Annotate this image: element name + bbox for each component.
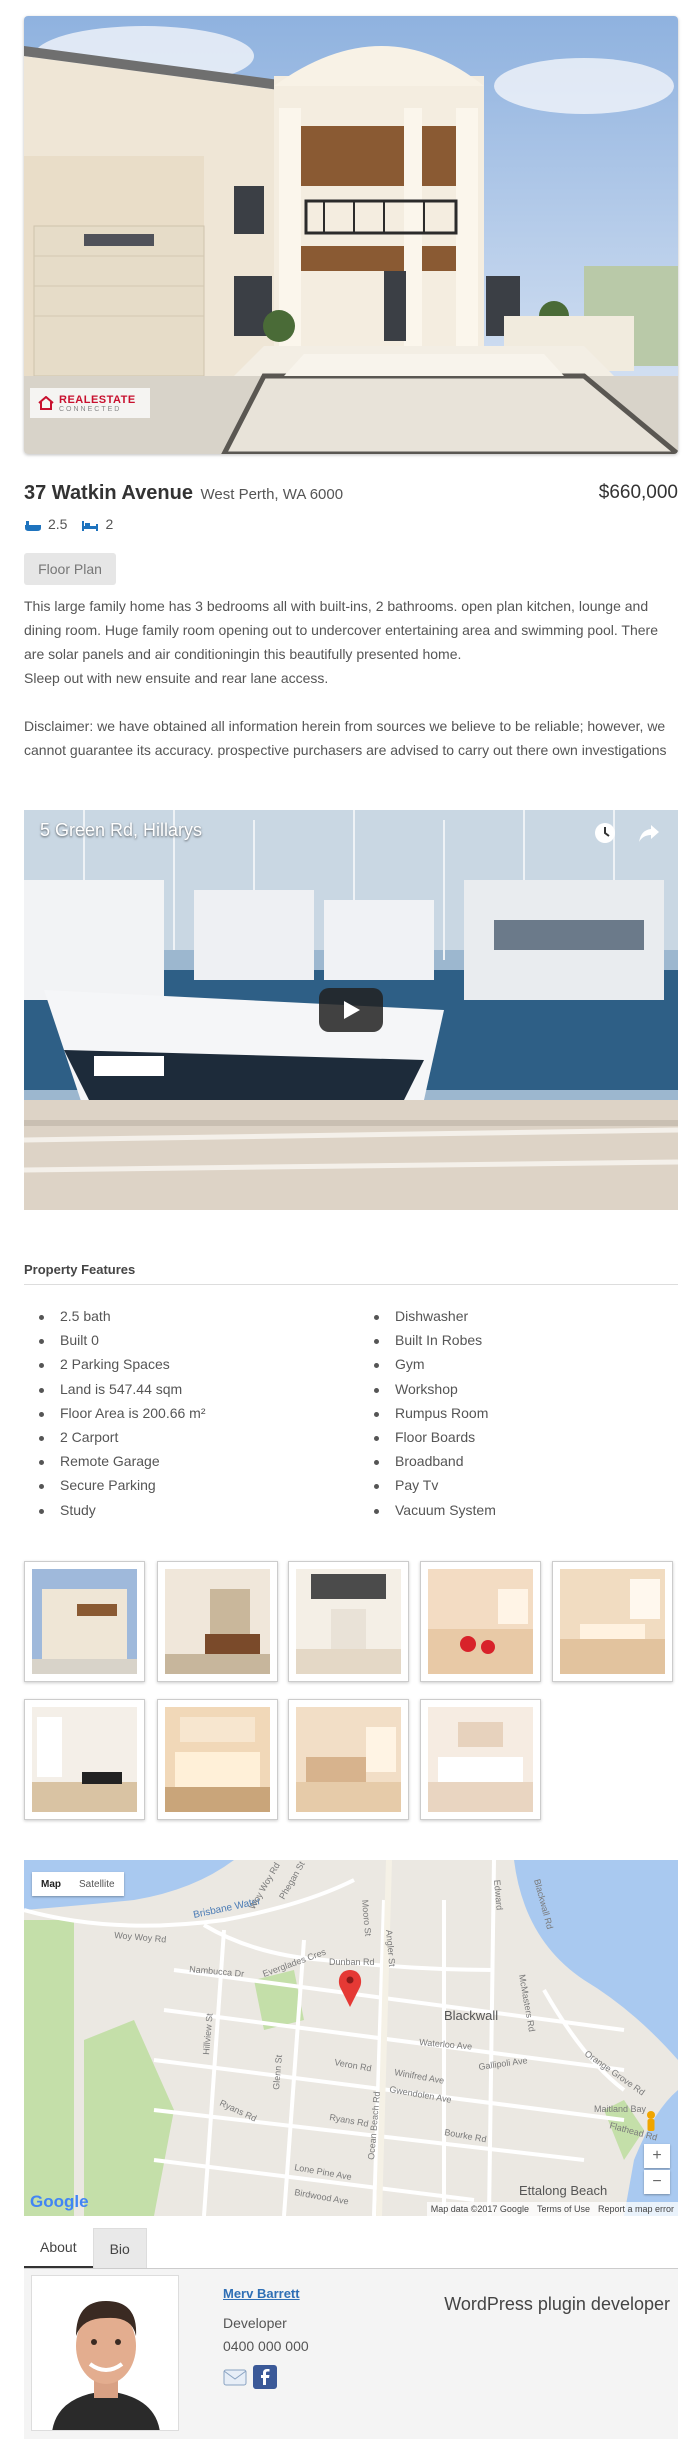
floor-plan-button[interactable]: Floor Plan — [24, 553, 116, 585]
features-list-left: 2.5 bath Built 02 Parking Spaces Land is 5… — [24, 1308, 344, 1526]
feature-item: 2 Parking Spaces — [24, 1356, 344, 1380]
author-tabs: About Bio — [24, 2228, 147, 2268]
share-icon[interactable] — [638, 822, 660, 844]
listing-title-bar: 37 Watkin Avenue West Perth, WA 6000 $66… — [24, 482, 678, 506]
feature-item: 2 Carport — [24, 1429, 344, 1453]
bed-icon — [81, 519, 99, 532]
agent-phone: 0400 000 000 — [223, 2338, 309, 2354]
agent-box: Merv Barrett Developer 0400 000 000 Word… — [24, 2269, 678, 2439]
property-hero-image[interactable]: REALESTATE CONNECTED — [24, 16, 678, 454]
google-logo: Google — [30, 2192, 89, 2211]
video-title[interactable]: 5 Green Rd, Hillarys — [40, 820, 202, 841]
watch-later-icon[interactable] — [594, 822, 616, 844]
listing-page: REALESTATE CONNECTED 37 Watkin Avenue We… — [24, 16, 678, 2439]
map-type-satellite[interactable]: Satellite — [70, 1872, 124, 1896]
bath-count: 2.5 — [24, 516, 67, 532]
location-map[interactable]: Brisbane Water Woy Woy Rd Woy Woy Rd Phe… — [24, 1860, 678, 2216]
feature-item: Floor Boards — [359, 1429, 678, 1453]
bed-count: 2 — [81, 516, 113, 532]
gallery-thumbnail[interactable] — [288, 1699, 409, 1820]
divider — [24, 1284, 678, 1285]
svg-text:Maitland Bay: Maitland Bay — [594, 2104, 647, 2114]
terms-link[interactable]: Terms of Use — [537, 2204, 590, 2214]
svg-text:Ettalong Beach: Ettalong Beach — [519, 2183, 607, 2198]
features-list-right: Dishwasher Built In Robes Gym Workshop Rumpu… — [359, 1308, 678, 1526]
feature-item: 2.5 bath — [24, 1308, 344, 1332]
report-error-link[interactable]: Report a map error — [598, 2204, 674, 2214]
map-attribution: Map data ©2017 Google Terms of Use Repor… — [426, 2202, 678, 2216]
logo-subtitle: CONNECTED — [59, 405, 122, 413]
video-actions — [594, 822, 660, 844]
property-meta: 2.5 2 — [24, 516, 113, 532]
email-icon[interactable] — [223, 2365, 247, 2389]
feature-item: Gym — [359, 1356, 678, 1380]
map-type-toggle: Map Satellite — [32, 1872, 124, 1896]
svg-text:Dunban Rd: Dunban Rd — [329, 1957, 375, 1967]
feature-item: Secure Parking — [24, 1477, 344, 1501]
svg-text:Blackwall: Blackwall — [444, 2008, 498, 2023]
property-address: 37 Watkin Avenue West Perth, WA 6000 — [24, 482, 343, 505]
features-heading: Property Features — [24, 1262, 136, 1277]
facebook-icon[interactable] — [253, 2365, 277, 2389]
house-logo-icon — [38, 396, 54, 410]
bath-icon — [24, 519, 42, 532]
gallery-thumbnail[interactable] — [24, 1561, 145, 1682]
feature-item: Floor Area is 200.66 m² — [24, 1405, 344, 1429]
gallery-thumbnail[interactable] — [24, 1699, 145, 1820]
street-address: 37 Watkin Avenue — [24, 482, 193, 504]
agent-name-link[interactable]: Merv Barrett — [223, 2286, 300, 2301]
feature-item: Pay Tv — [359, 1477, 678, 1501]
feature-item: Dishwasher — [359, 1308, 678, 1332]
agent-tagline: WordPress plugin developer — [444, 2294, 670, 2314]
map-type-map[interactable]: Map — [32, 1872, 70, 1896]
property-description: This large family home has 3 bedrooms al… — [24, 594, 678, 762]
feature-item: Built In Robes — [359, 1332, 678, 1356]
gallery-thumbnail[interactable] — [552, 1561, 673, 1682]
agent-contact-icons — [223, 2365, 277, 2389]
feature-item: Workshop — [359, 1381, 678, 1405]
property-price: $660,000 — [598, 482, 678, 503]
feature-item: Remote Garage — [24, 1453, 344, 1477]
suburb: West Perth, WA 6000 — [200, 486, 344, 503]
disclaimer: Disclaimer: we have obtained all informa… — [24, 718, 667, 758]
street-view-pegman-icon[interactable] — [647, 2111, 655, 2131]
gallery-thumbnail[interactable] — [420, 1561, 541, 1682]
feature-item: Broadband — [359, 1453, 678, 1477]
agent-role: Developer — [223, 2315, 287, 2331]
realestate-logo: REALESTATE CONNECTED — [30, 388, 150, 418]
zoom-in-button[interactable]: + — [644, 2144, 670, 2168]
logo-name: REALESTATE — [59, 393, 136, 406]
gallery-thumbnail[interactable] — [288, 1561, 409, 1682]
description-paragraph: Sleep out with new ensuite and rear lane… — [24, 670, 329, 686]
tab-bio[interactable]: Bio — [92, 2228, 147, 2268]
play-button[interactable] — [319, 988, 383, 1032]
agent-avatar — [31, 2275, 179, 2431]
gallery-thumbnail[interactable] — [157, 1561, 278, 1682]
tab-about[interactable]: About — [24, 2228, 93, 2268]
gallery-thumbnail[interactable] — [157, 1699, 278, 1820]
feature-item: Vacuum System — [359, 1502, 678, 1526]
description-paragraph: This large family home has 3 bedrooms al… — [24, 598, 658, 662]
video-player[interactable]: 5 Green Rd, Hillarys — [24, 810, 678, 1210]
feature-item: Rumpus Room — [359, 1405, 678, 1429]
map-data: Map data ©2017 Google — [430, 2204, 529, 2214]
feature-item: Built 0 — [24, 1332, 344, 1356]
play-icon — [344, 1001, 360, 1019]
gallery-thumbnail[interactable] — [420, 1699, 541, 1820]
feature-item: Study — [24, 1502, 344, 1526]
feature-item: Land is 547.44 sqm — [24, 1381, 344, 1405]
zoom-out-button[interactable]: − — [644, 2170, 670, 2194]
